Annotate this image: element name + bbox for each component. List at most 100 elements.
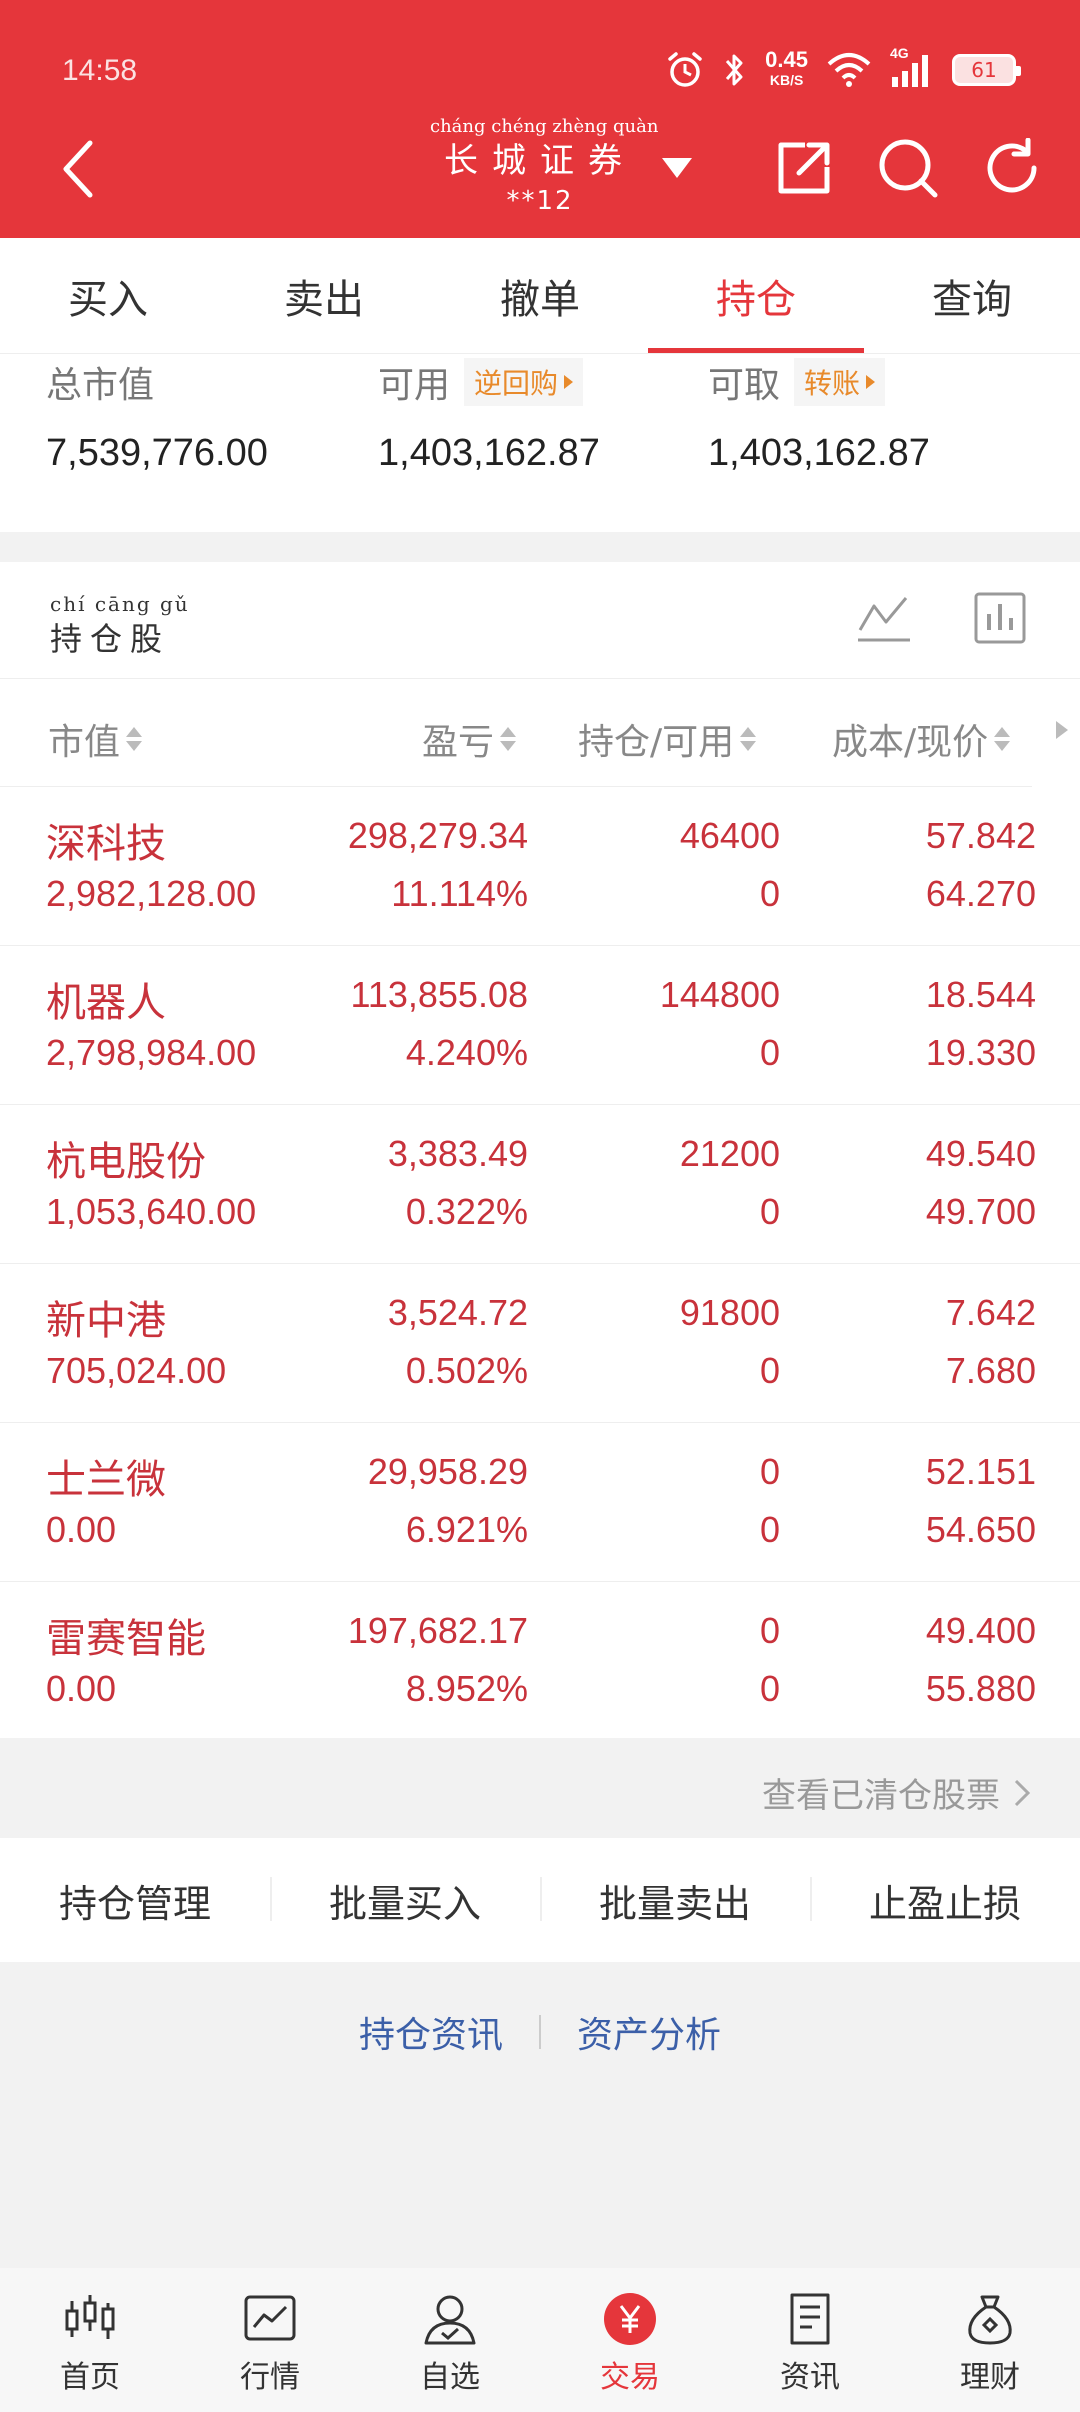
available-label: 可用 <box>378 365 451 406</box>
available-value: 1,403,162.87 <box>378 432 600 474</box>
stock-name: 雷赛智能 <box>46 1616 206 1662</box>
available-qty: 0 <box>759 1032 780 1073</box>
nav-home[interactable]: 首页 <box>0 2268 180 2412</box>
column-market-value[interactable]: 市值 <box>48 713 143 765</box>
pnl-amount: 29,958.29 <box>367 1451 528 1492</box>
market-value: 2,798,984.00 <box>46 1032 257 1073</box>
bluetooth-icon <box>723 51 747 89</box>
status-time: 14:58 <box>62 54 138 87</box>
batch-sell-button[interactable]: 批量卖出 <box>540 1873 810 1928</box>
reverse-repo-button[interactable]: 逆回购 <box>464 358 584 406</box>
account-number: **12 <box>506 186 574 216</box>
network-type: 4G <box>890 45 909 61</box>
bar-chart-icon[interactable] <box>972 590 1028 650</box>
market-value: 705,024.00 <box>46 1350 227 1391</box>
transfer-button[interactable]: 转账 <box>794 358 886 406</box>
broker-name: 长城证券 <box>444 141 636 181</box>
column-cost-price[interactable]: 成本/现价 <box>832 713 1011 765</box>
signal-icon: 4G <box>890 45 934 89</box>
line-chart-icon[interactable] <box>856 590 912 650</box>
nav-home-label: 首页 <box>60 2360 120 2395</box>
available-funds: 可用 逆回购 1,403,162.87 <box>378 354 600 475</box>
user-check-icon <box>418 2288 482 2350</box>
holdings-list: 深科技 2,982,128.00 298,279.34 11.114% 46400 0 57… <box>0 787 1080 1741</box>
holding-row[interactable]: 新中港 705,024.00 3,524.72 0.502% 91800 0 7.642 7.… <box>0 1264 1080 1423</box>
battery-icon: 61 <box>952 54 1021 86</box>
holding-row[interactable]: 雷赛智能 0.00 197,682.17 8.952% 0 0 49.400 55.880 <box>0 1582 1080 1741</box>
tab-query[interactable]: 查询 <box>864 238 1080 353</box>
refresh-icon <box>987 138 1037 193</box>
asset-analysis-link[interactable]: 资产分析 <box>577 2006 721 2058</box>
sort-icon <box>126 727 143 751</box>
info-links: 持仓资讯 资产分析 <box>0 2000 1080 2064</box>
reverse-repo-label: 逆回购 <box>474 367 559 400</box>
holding-row[interactable]: 深科技 2,982,128.00 298,279.34 11.114% 46400 0 57… <box>0 787 1080 946</box>
market-value: 2,982,128.00 <box>46 873 257 914</box>
holding-row[interactable]: 机器人 2,798,984.00 113,855.08 4.240% 144800 0 18… <box>0 946 1080 1105</box>
sort-icon <box>740 727 757 751</box>
current-price: 54.650 <box>925 1509 1036 1550</box>
refresh-button[interactable] <box>980 136 1044 200</box>
withdraw-label: 可取 <box>708 365 781 406</box>
pnl-percent: 0.322% <box>405 1191 528 1232</box>
nav-market[interactable]: 行情 <box>180 2268 360 2412</box>
nav-market-label: 行情 <box>240 2360 300 2395</box>
column-pnl[interactable]: 盈亏 <box>422 713 517 765</box>
share-icon <box>778 142 830 194</box>
position-qty: 144800 <box>659 974 780 1015</box>
back-icon <box>63 140 93 198</box>
nav-trade[interactable]: 交易 <box>540 2268 720 2412</box>
chevron-right-icon <box>1014 1779 1030 1806</box>
nav-wealth[interactable]: 理财 <box>900 2268 1080 2412</box>
pnl-percent: 11.114% <box>391 873 528 914</box>
nav-trade-label: 交易 <box>600 2360 660 2395</box>
column-market-value-label: 市值 <box>48 722 121 763</box>
tab-sell[interactable]: 卖出 <box>216 238 432 353</box>
tab-positions[interactable]: 持仓 <box>648 238 864 353</box>
transfer-label: 转账 <box>804 367 861 400</box>
network-speed: 0.45 KB/S <box>765 47 808 90</box>
scroll-right-icon[interactable] <box>1056 721 1068 739</box>
cost-price: 49.540 <box>925 1133 1036 1174</box>
stock-name: 新中港 <box>46 1298 166 1344</box>
available-qty: 0 <box>759 1350 780 1391</box>
position-actions: 持仓管理 批量买入 批量卖出 止盈止损 <box>0 1838 1080 1962</box>
total-market-value: 总市值 7,539,776.00 <box>46 354 268 475</box>
cost-price: 49.400 <box>925 1610 1036 1651</box>
column-cost-price-label: 成本/现价 <box>832 722 989 763</box>
holding-row[interactable]: 杭电股份 1,053,640.00 3,383.49 0.322% 21200 0 49.5… <box>0 1105 1080 1264</box>
column-position-label: 持仓/可用 <box>578 722 735 763</box>
holding-row[interactable]: 士兰微 0.00 29,958.29 6.921% 0 0 52.151 54.650 <box>0 1423 1080 1582</box>
cleared-stocks-link[interactable]: 查看已清仓股票 <box>762 1768 1030 1817</box>
nav-watchlist[interactable]: 自选 <box>360 2268 540 2412</box>
broker-selector[interactable]: cháng chéng zhèng quàn 长城证券 **12 <box>430 116 658 216</box>
pnl-percent: 4.240% <box>405 1032 528 1073</box>
tab-cancel[interactable]: 撤单 <box>432 238 648 353</box>
batch-buy-button[interactable]: 批量买入 <box>270 1873 540 1928</box>
back-button[interactable] <box>48 134 108 204</box>
share-button[interactable] <box>772 136 836 200</box>
pnl-amount: 3,524.72 <box>387 1292 528 1333</box>
status-bar: 14:58 0.45 KB/S 4G 61 <box>0 40 1080 100</box>
position-news-link[interactable]: 持仓资讯 <box>359 2006 503 2058</box>
available-qty: 0 <box>759 1509 780 1550</box>
dropdown-icon[interactable] <box>660 154 694 184</box>
search-icon <box>879 139 938 198</box>
tab-buy[interactable]: 买入 <box>0 238 216 353</box>
sort-icon <box>994 727 1011 751</box>
nav-news[interactable]: 资讯 <box>720 2268 900 2412</box>
nav-actions <box>772 136 1044 200</box>
cost-price: 57.842 <box>925 815 1036 856</box>
arrow-right-icon <box>564 375 574 389</box>
search-button[interactable] <box>876 136 940 200</box>
total-label: 总市值 <box>46 365 155 406</box>
column-position[interactable]: 持仓/可用 <box>578 713 757 765</box>
available-qty: 0 <box>759 873 780 914</box>
stop-profit-loss-button[interactable]: 止盈止损 <box>810 1873 1080 1928</box>
pnl-percent: 0.502% <box>405 1350 528 1391</box>
arrow-right-icon <box>866 375 876 389</box>
network-speed-value: 0.45 <box>765 47 808 72</box>
position-management-button[interactable]: 持仓管理 <box>0 1873 270 1928</box>
nav-wealth-label: 理财 <box>960 2360 1020 2395</box>
pnl-amount: 113,855.08 <box>350 974 528 1015</box>
